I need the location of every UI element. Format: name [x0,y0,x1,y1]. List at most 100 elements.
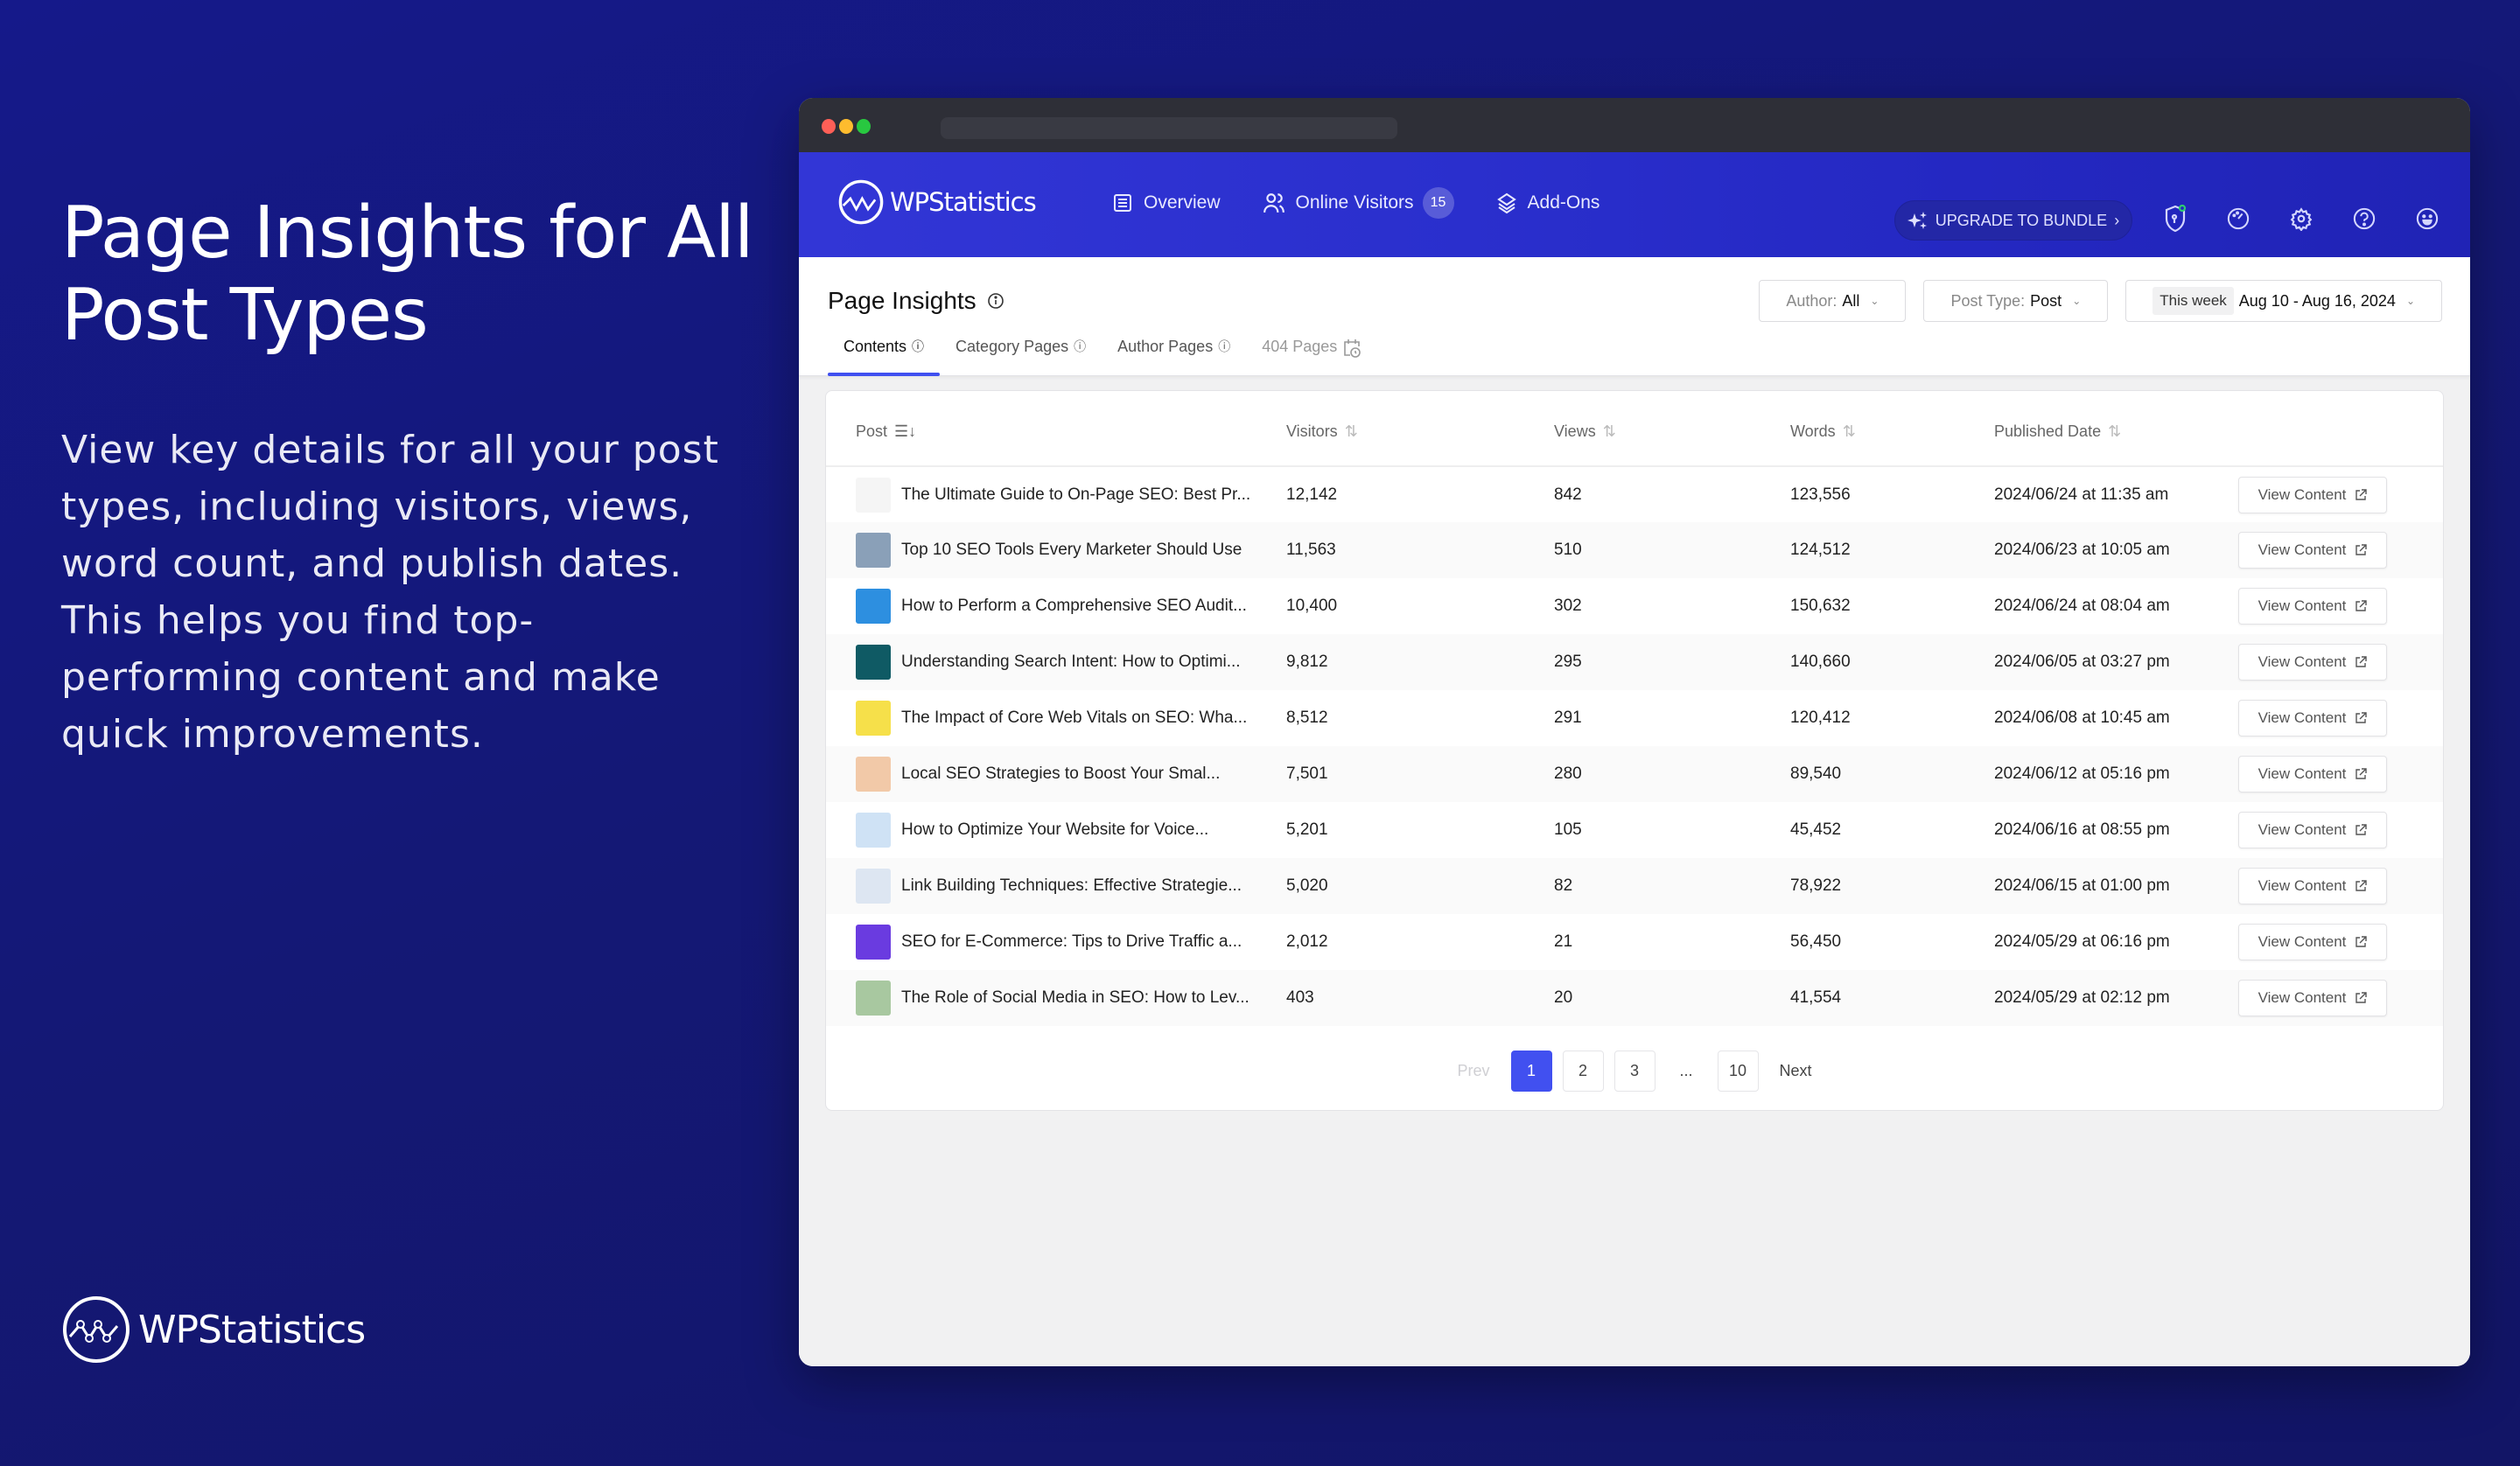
wpstatistics-logo-icon [63,1296,130,1363]
pagination-page-1[interactable]: 1 [1510,1051,1552,1092]
nav-add-ons[interactable]: Add-Ons [1496,192,1600,214]
post-cell: The Impact of Core Web Vitals on SEO: Wh… [826,690,1286,746]
pagination-next[interactable]: Next [1769,1062,1823,1080]
view-content-button[interactable]: View Content [2238,476,2387,513]
column-views-label: Views [1554,422,1596,440]
pagination-page-3[interactable]: 3 [1614,1051,1656,1092]
upgrade-to-bundle-button[interactable]: UPGRADE TO BUNDLE › [1894,200,2132,241]
post-thumbnail [856,757,891,792]
view-content-button[interactable]: View Content [2238,532,2387,569]
visitors-cell: 10,400 [1286,597,1338,615]
author-filter-dropdown[interactable]: Author: All ⌄ [1759,280,1907,322]
view-content-button[interactable]: View Content [2238,644,2387,681]
post-thumbnail [856,589,891,624]
column-header-post[interactable]: Post ☰↓ [826,391,1286,467]
chevron-right-icon: › [2114,211,2120,229]
external-link-icon [2356,824,2368,835]
view-content-button[interactable]: View Content [2238,756,2387,792]
post-title[interactable]: Local SEO Strategies to Boost Your Smal.… [901,764,1220,784]
pagination-prev[interactable]: Prev [1446,1062,1500,1080]
column-visitors-label: Visitors [1286,422,1338,440]
external-link-icon [2356,936,2368,947]
actions-cell: View Content [2238,634,2443,690]
maximize-window-button[interactable] [857,119,871,134]
nav-overview-label: Overview [1144,192,1221,213]
column-post-label: Post [856,422,888,440]
view-content-button[interactable]: View Content [2238,812,2387,848]
address-bar[interactable] [941,117,1397,139]
tab-contents[interactable]: Contents ⓘ [828,338,941,376]
table-row: How to Perform a Comprehensive SEO Audit… [826,578,2443,634]
sort-icon: ⇅ [1842,422,1856,441]
words-cell: 78,922 [1790,858,1994,914]
words-cell: 150,632 [1790,597,1851,615]
published-date-cell: 2024/06/12 at 05:16 pm [1994,746,2238,802]
post-title[interactable]: The Role of Social Media in SEO: How to … [901,988,1250,1008]
date-range-picker[interactable]: This week Aug 10 - Aug 16, 2024 ⌄ [2125,280,2442,322]
sort-icon: ⇅ [2108,422,2122,441]
brand-logo-bottom: WPStatistics [61,1295,366,1365]
settings-button[interactable] [2290,205,2313,233]
external-link-icon [2356,880,2368,891]
actions-cell: View Content [2238,914,2443,970]
tab-author-pages[interactable]: Author Pages ⓘ [1102,338,1246,376]
table-row: Top 10 SEO Tools Every Marketer Should U… [826,522,2443,578]
shield-icon [2165,205,2187,233]
column-header-words[interactable]: Words ⇅ [1790,391,1994,467]
post-title[interactable]: The Impact of Core Web Vitals on SEO: Wh… [901,709,1247,728]
post-cell: The Ultimate Guide to On-Page SEO: Best … [826,466,1286,522]
app-logo[interactable]: WPStatistics [837,178,1037,226]
post-title[interactable]: Understanding Search Intent: How to Opti… [901,653,1241,672]
minimize-window-button[interactable] [839,119,853,134]
nav-overview[interactable]: Overview [1112,192,1221,213]
post-type-filter-label: Post Type: [1950,291,2026,310]
view-content-button[interactable]: View Content [2238,924,2387,960]
pagination-page-2[interactable]: 2 [1562,1051,1604,1092]
post-title[interactable]: Link Building Techniques: Effective Stra… [901,876,1242,896]
column-header-views[interactable]: Views ⇅ [1554,391,1790,467]
chevron-down-icon: ⌄ [2072,295,2082,307]
info-icon[interactable] [987,292,1004,310]
view-content-label: View Content [2258,541,2347,558]
column-header-published-date[interactable]: Published Date ⇅ [1994,391,2238,467]
post-title[interactable]: Top 10 SEO Tools Every Marketer Should U… [901,541,1242,560]
performance-button[interactable] [2227,205,2250,233]
column-header-visitors[interactable]: Visitors ⇅ [1286,391,1554,467]
post-title[interactable]: The Ultimate Guide to On-Page SEO: Best … [901,485,1250,505]
actions-cell: View Content [2238,690,2443,746]
pagination-page-last[interactable]: 10 [1717,1051,1759,1092]
post-title[interactable]: How to Optimize Your Website for Voice..… [901,820,1208,840]
view-content-button[interactable]: View Content [2238,868,2387,904]
visitors-cell: 11,563 [1286,522,1554,578]
post-title[interactable]: SEO for E-Commerce: Tips to Drive Traffi… [901,932,1242,952]
feedback-button[interactable] [2416,205,2439,233]
tab-category-pages[interactable]: Category Pages ⓘ [940,338,1102,376]
visitors-cell: 8,512 [1286,709,1328,727]
content-table-card: Post ☰↓ Visitors ⇅ Views ⇅ Words ⇅ Published… [825,390,2444,1111]
view-content-button[interactable]: View Content [2238,980,2387,1016]
table-row: Understanding Search Intent: How to Opti… [826,634,2443,690]
tab-category-pages-label: Category Pages [956,338,1069,355]
view-content-label: View Content [2258,821,2347,838]
nav-online-visitors[interactable]: Online Visitors 15 [1263,187,1454,219]
table-row: SEO for E-Commerce: Tips to Drive Traffi… [826,914,2443,970]
view-content-label: View Content [2258,877,2347,894]
users-icon [1263,193,1284,213]
privacy-shield-button[interactable] [2164,205,2187,233]
words-cell: 41,554 [1790,970,1994,1026]
post-title[interactable]: How to Perform a Comprehensive SEO Audit… [901,597,1247,616]
external-link-icon [2356,488,2368,500]
post-type-filter-dropdown[interactable]: Post Type: Post ⌄ [1923,280,2109,322]
page-tabs: Contents ⓘ Category Pages ⓘ Author Pages ⓘ … [828,338,1377,376]
view-content-button[interactable]: View Content [2238,588,2387,625]
words-cell: 56,450 [1790,932,1842,951]
close-window-button[interactable] [822,119,836,134]
date-preset-chip: This week [2152,287,2234,315]
visitors-cell: 7,501 [1286,746,1554,802]
tab-404-pages[interactable]: 404 Pages [1246,338,1377,376]
post-type-filter-value: Post [2030,291,2062,310]
app-brand: WPStatistics [890,187,1037,217]
view-content-button[interactable]: View Content [2238,700,2387,736]
post-thumbnail [856,981,891,1016]
help-button[interactable] [2353,205,2376,233]
